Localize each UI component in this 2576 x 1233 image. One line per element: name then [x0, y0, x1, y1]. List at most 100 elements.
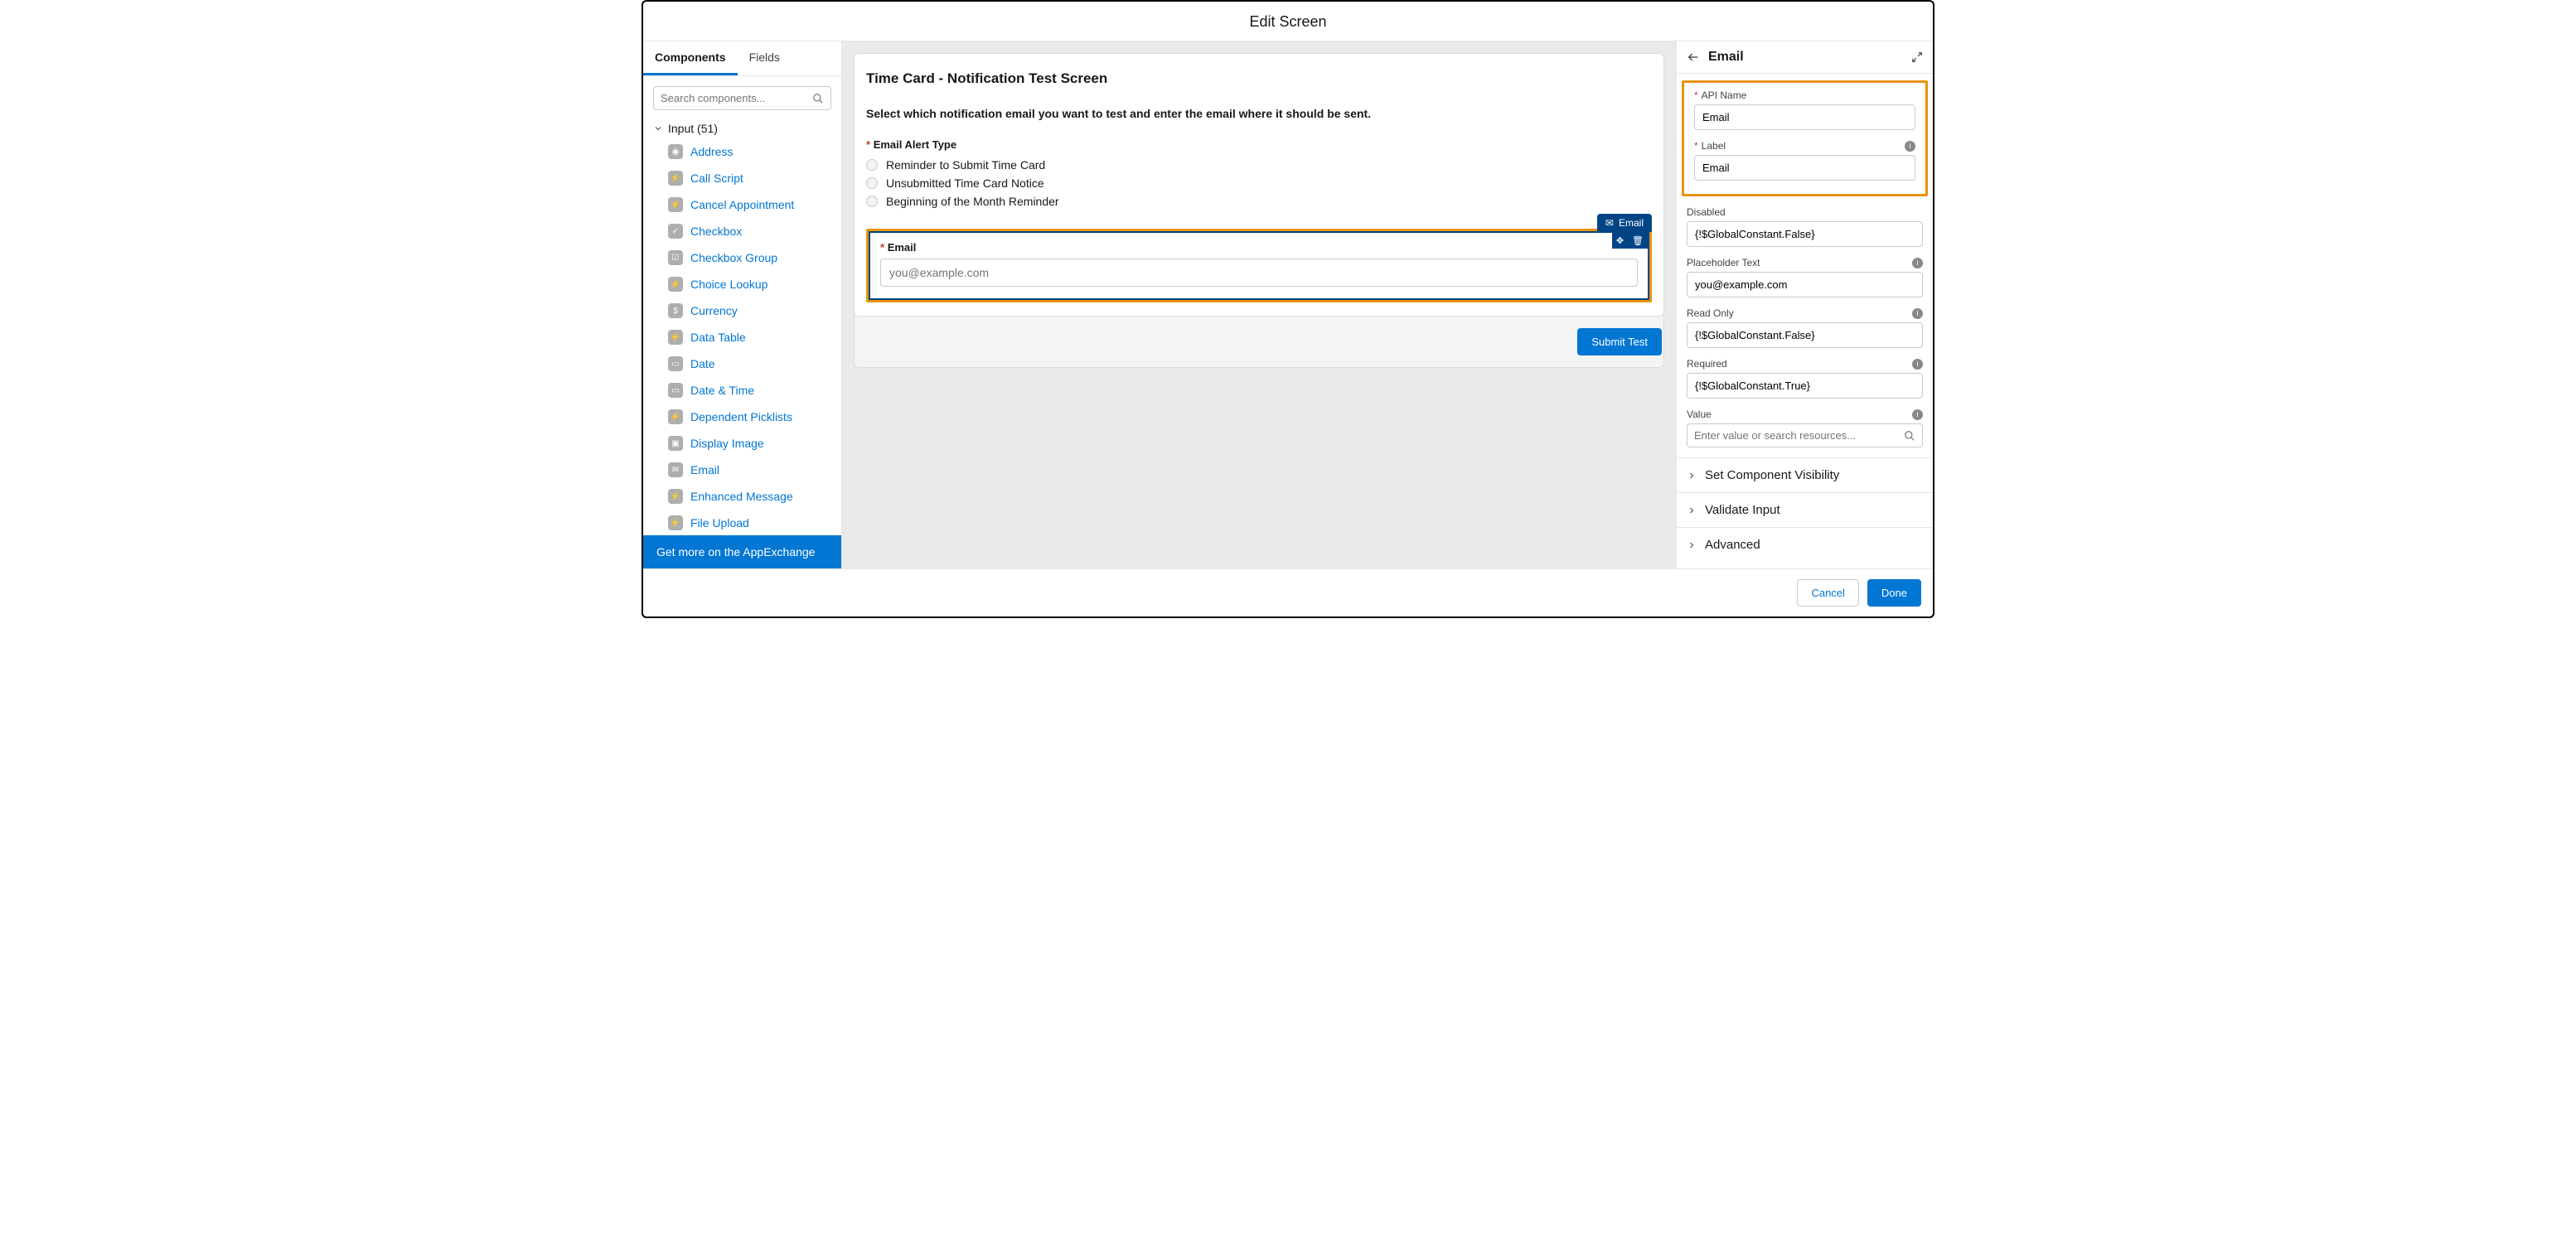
component-icon: ⚡ [668, 330, 683, 345]
modal-footer: Cancel Done [643, 568, 1933, 616]
component-item[interactable]: ✉Email [643, 457, 841, 483]
component-item[interactable]: ✓Checkbox [643, 218, 841, 244]
component-item[interactable]: ⚡Cancel Appointment [643, 191, 841, 218]
section-validate[interactable]: Validate Input [1677, 492, 1933, 527]
properties-panel: Email *API Name *Labeli Disabled [1676, 41, 1933, 568]
radio-option[interactable]: Beginning of the Month Reminder [866, 192, 1652, 210]
component-item[interactable]: ☑Checkbox Group [643, 244, 841, 271]
appexchange-link[interactable]: Get more on the AppExchange [643, 535, 841, 568]
edit-screen-modal: Edit Screen Components Fields Inpu [642, 0, 1934, 618]
component-icon: ✓ [668, 224, 683, 239]
panel-header: Email [1677, 41, 1933, 74]
email-component-highlight: ✥ 🗑 * Email [866, 229, 1652, 302]
component-icon: ▣ [668, 436, 683, 451]
category-label: Input (51) [668, 122, 718, 135]
email-field-label: * Email [880, 241, 1638, 254]
back-arrow-icon[interactable] [1687, 51, 1700, 64]
section-visibility[interactable]: Set Component Visibility [1677, 457, 1933, 492]
radio-option[interactable]: Reminder to Submit Time Card [866, 156, 1652, 174]
category-input[interactable]: Input (51) [643, 117, 841, 138]
value-input[interactable] [1694, 429, 1904, 442]
component-controls: ✥ 🗑 [1612, 233, 1648, 249]
component-icon: ⚡ [668, 489, 683, 504]
radio-option[interactable]: Unsubmitted Time Card Notice [866, 174, 1652, 192]
disabled-input[interactable] [1687, 221, 1923, 247]
info-icon[interactable]: i [1912, 359, 1923, 370]
radio-icon [866, 159, 878, 171]
component-icon: ◉ [668, 144, 683, 159]
search-icon [1904, 430, 1915, 442]
component-icon: $ [668, 303, 683, 318]
component-item[interactable]: ⚡Data Table [643, 324, 841, 351]
label-input[interactable] [1694, 155, 1915, 181]
mail-icon: ✉ [1605, 217, 1614, 229]
info-icon[interactable]: i [1912, 258, 1923, 268]
sidebar-tabs: Components Fields [643, 41, 841, 76]
tab-fields[interactable]: Fields [738, 41, 792, 75]
chevron-right-icon [1687, 505, 1697, 515]
component-type-tag: ✉Email [1597, 214, 1652, 232]
components-sidebar: Components Fields Input (51) ◉Address [643, 41, 842, 568]
component-icon: ▭ [668, 356, 683, 371]
required-label: Required [1687, 358, 1727, 370]
component-item[interactable]: $Currency [643, 297, 841, 324]
component-item[interactable]: ▭Date & Time [643, 377, 841, 404]
component-icon: ⚡ [668, 409, 683, 424]
tab-components[interactable]: Components [643, 41, 738, 75]
done-button[interactable]: Done [1867, 579, 1921, 607]
component-icon: ⚡ [668, 171, 683, 186]
component-icon: ⚡ [668, 277, 683, 292]
disabled-label: Disabled [1687, 206, 1726, 218]
component-item[interactable]: ⚡Dependent Picklists [643, 404, 841, 430]
component-icon: ⚡ [668, 515, 683, 530]
component-item[interactable]: ▭Date [643, 351, 841, 377]
info-icon[interactable]: i [1912, 409, 1923, 420]
search-icon [812, 93, 824, 104]
component-icon: ⚡ [668, 197, 683, 212]
readonly-input[interactable] [1687, 322, 1923, 348]
screen-canvas: Time Card - Notification Test Screen Sel… [854, 53, 1664, 317]
chevron-right-icon [1687, 471, 1697, 481]
radio-icon [866, 196, 878, 207]
radio-icon [866, 177, 878, 189]
section-advanced[interactable]: Advanced [1677, 527, 1933, 562]
cancel-button[interactable]: Cancel [1797, 579, 1858, 607]
placeholder-text-label: Placeholder Text [1687, 257, 1760, 268]
radio-group-label: * Email Alert Type [866, 138, 1652, 151]
component-item[interactable]: ◉Address [643, 138, 841, 165]
submit-test-button[interactable]: Submit Test [1577, 328, 1662, 355]
value-label: Value [1687, 409, 1712, 420]
info-icon[interactable]: i [1905, 141, 1915, 152]
readonly-label: Read Only [1687, 307, 1734, 319]
required-input[interactable] [1687, 373, 1923, 399]
component-icon: ▭ [668, 383, 683, 398]
placeholder-text-input[interactable] [1687, 272, 1923, 297]
component-icon: ☑ [668, 250, 683, 265]
modal-title: Edit Screen [643, 2, 1933, 41]
email-component[interactable]: ✥ 🗑 * Email [869, 231, 1649, 300]
component-item[interactable]: ⚡Call Script [643, 165, 841, 191]
canvas-panel: Time Card - Notification Test Screen Sel… [842, 41, 1676, 568]
component-icon: ✉ [668, 462, 683, 477]
component-list: ◉Address ⚡Call Script ⚡Cancel Appointmen… [643, 138, 841, 535]
component-item[interactable]: ⚡File Upload [643, 510, 841, 535]
move-icon[interactable]: ✥ [1612, 233, 1628, 249]
search-input[interactable] [661, 92, 812, 104]
value-input-wrap[interactable] [1687, 423, 1923, 447]
screen-instruction: Select which notification email you want… [866, 107, 1652, 120]
chevron-down-icon [653, 123, 663, 133]
expand-icon[interactable] [1911, 51, 1923, 63]
panel-title: Email [1708, 50, 1744, 65]
search-input-wrap[interactable] [653, 86, 831, 110]
screen-title: Time Card - Notification Test Screen [866, 70, 1652, 87]
delete-icon[interactable]: 🗑 [1628, 233, 1648, 249]
footer-buttons-row: Submit Test [854, 317, 1664, 368]
highlighted-fields: *API Name *Labeli [1682, 80, 1928, 196]
component-item[interactable]: ⚡Choice Lookup [643, 271, 841, 297]
info-icon[interactable]: i [1912, 308, 1923, 319]
component-item[interactable]: ▣Display Image [643, 430, 841, 457]
email-input[interactable] [880, 259, 1638, 287]
api-name-input[interactable] [1694, 104, 1915, 130]
chevron-right-icon [1687, 540, 1697, 550]
component-item[interactable]: ⚡Enhanced Message [643, 483, 841, 510]
